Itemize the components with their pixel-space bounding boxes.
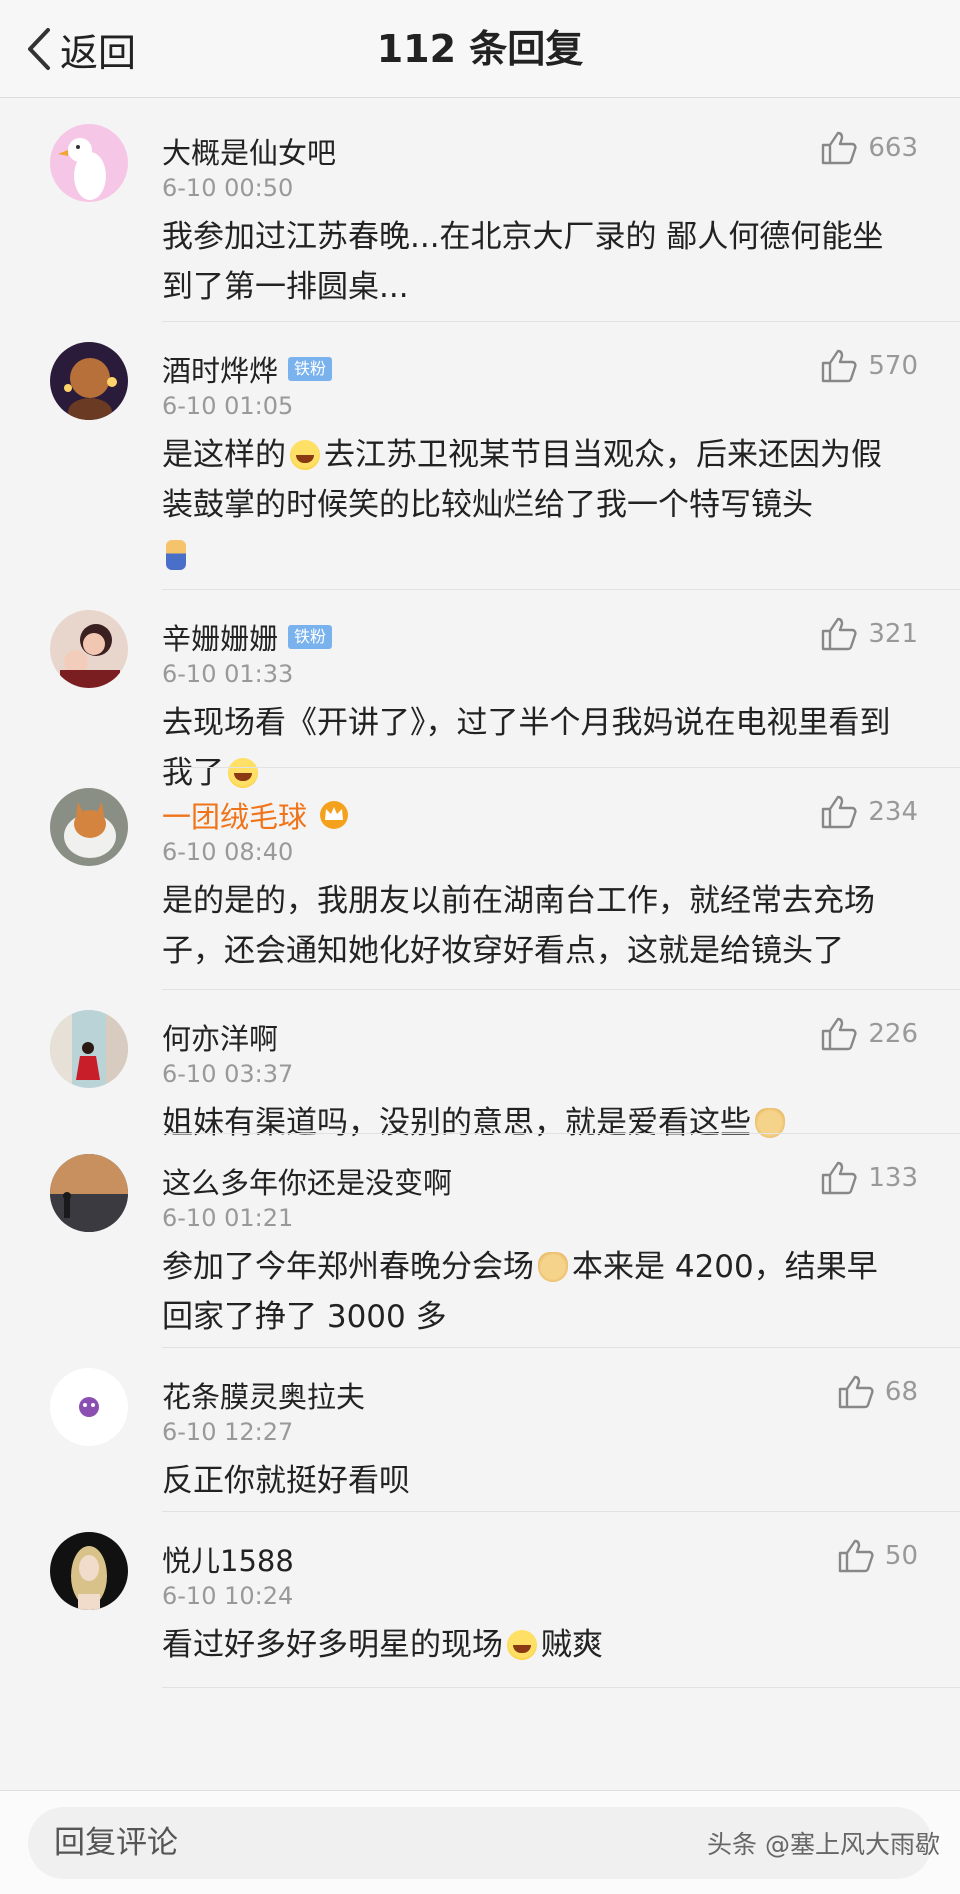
- comment-time: 6-10 01:21: [162, 1204, 294, 1232]
- like-count: 321: [868, 619, 918, 649]
- comment-item: 酒时烨烨 铁粉 6-10 01:05 570 是这样的 去江苏卫视某节目当观众，后来…: [0, 322, 960, 590]
- comment-text: 参加了今年郑州春晚分会场 本来是 4200，结果早回家了挣了 3000 多: [162, 1249, 878, 1335]
- fan-badge: 铁粉: [288, 357, 333, 381]
- comment-time: 6-10 08:40: [162, 838, 294, 866]
- avatar[interactable]: [50, 342, 128, 420]
- like-button[interactable]: 570: [820, 348, 918, 384]
- like-count: 226: [868, 1019, 918, 1049]
- like-count: 68: [884, 1377, 918, 1407]
- comment-time: 6-10 01:05: [162, 392, 294, 420]
- like-button[interactable]: 663: [820, 130, 918, 166]
- watermark: 头条 @塞上风大雨歇: [707, 1830, 940, 1859]
- kid-emoji-icon: [166, 540, 186, 570]
- thumbs-up-icon: [822, 795, 857, 829]
- avatar[interactable]: [50, 610, 128, 688]
- crown-icon: [320, 801, 349, 829]
- divider: [162, 1687, 960, 1688]
- comment-item: 一团绒毛球 6-10 08:40 234 是的是的，我朋友以前在湖南台工作，就经…: [0, 768, 960, 990]
- like-button[interactable]: 68: [837, 1374, 918, 1410]
- like-button[interactable]: 226: [820, 1016, 918, 1052]
- page-title: 112 条回复: [376, 27, 584, 71]
- comment-item: 大概是仙女吧 6-10 00:50 663 我参加过江苏春晚...在北京大厂录的…: [0, 104, 960, 322]
- avatar[interactable]: [50, 1010, 128, 1088]
- like-button[interactable]: 133: [820, 1160, 918, 1196]
- avatar[interactable]: [50, 788, 128, 866]
- thumbs-up-icon: [822, 349, 857, 383]
- commenter-name[interactable]: 悦儿1588: [162, 1538, 294, 1580]
- commenter-name[interactable]: 花条膜灵奥拉夫: [162, 1374, 365, 1416]
- like-count: 663: [868, 133, 918, 163]
- comment-item: 悦儿1588 6-10 10:24 50 看过好多好多明星的现场 贼爽: [0, 1512, 960, 1688]
- like-count: 570: [868, 351, 918, 381]
- thumbs-up-icon: [822, 1017, 857, 1051]
- comment-item: 何亦洋啊 6-10 03:37 226 姐妹有渠道吗，没别的意思，就是爱看这些: [0, 990, 960, 1141]
- like-button[interactable]: 234: [820, 794, 918, 830]
- comment-time: 6-10 12:27: [162, 1418, 294, 1446]
- comment-text: 是这样的 去江苏卫视某节目当观众，后来还因为假装鼓掌的时候笑的比较灿烂给了我一个特…: [162, 430, 902, 580]
- comment-item: 这么多年你还是没变啊 6-10 01:21 133 参加了今年郑州春晚分会场 本来…: [0, 1134, 960, 1348]
- comment-item: 辛姗姗姗 铁粉 6-10 01:33 321 去现场看《开讲了》，过了半个月我妈说…: [0, 590, 960, 791]
- avatar[interactable]: [50, 1154, 128, 1232]
- commenter-name[interactable]: 大概是仙女吧: [162, 130, 336, 172]
- thumbs-up-icon: [838, 1375, 874, 1409]
- like-button[interactable]: 50: [837, 1538, 918, 1574]
- comment-time: 6-10 00:50: [162, 174, 294, 202]
- comment-time: 6-10 10:24: [162, 1582, 294, 1610]
- commenter-name[interactable]: 这么多年你还是没变啊: [162, 1160, 452, 1202]
- laugh-cry-emoji-icon: [290, 440, 320, 470]
- like-button[interactable]: 321: [820, 616, 918, 652]
- comment-time: 6-10 03:37: [162, 1060, 294, 1088]
- comment-item: 花条膜灵奥拉夫 6-10 12:27 68 反正你就挺好看呗: [0, 1348, 960, 1512]
- top-bar: 返回 112 条回复: [0, 0, 960, 98]
- commenter-name[interactable]: 辛姗姗姗 铁粉: [162, 616, 333, 658]
- reply-bar: 回复评论 头条 @塞上风大雨歇: [0, 1790, 960, 1894]
- like-count: 50: [884, 1541, 918, 1571]
- doge-emoji-icon: [538, 1252, 568, 1282]
- comment-text: 看过好多好多明星的现场 贼爽: [162, 1627, 603, 1663]
- comment-time: 6-10 01:33: [162, 660, 294, 688]
- thumbs-up-icon: [838, 1539, 874, 1573]
- comment-text: 我参加过江苏春晚...在北京大厂录的 鄙人何德何能坐到了第一排圆桌...: [162, 219, 884, 305]
- like-count: 133: [868, 1163, 918, 1193]
- avatar[interactable]: [50, 1368, 128, 1446]
- laugh-cry-emoji-icon: [507, 1630, 537, 1660]
- thumbs-up-icon: [822, 131, 857, 165]
- commenter-name[interactable]: 一团绒毛球: [162, 794, 351, 836]
- thumbs-up-icon: [822, 1161, 857, 1195]
- commenter-name[interactable]: 何亦洋啊: [162, 1016, 278, 1058]
- comment-text: 反正你就挺好看呗: [162, 1463, 410, 1499]
- avatar[interactable]: [50, 1532, 128, 1610]
- reply-list: 大概是仙女吧 6-10 00:50 663 我参加过江苏春晚...在北京大厂录的…: [0, 104, 960, 1688]
- like-count: 234: [868, 797, 918, 827]
- commenter-name[interactable]: 酒时烨烨 铁粉: [162, 348, 333, 390]
- thumbs-up-icon: [822, 617, 857, 651]
- avatar[interactable]: [50, 124, 128, 202]
- fan-badge: 铁粉: [288, 625, 333, 649]
- comment-text: 是的是的，我朋友以前在湖南台工作，就经常去充场子，还会通知她化好妆穿好看点，这就…: [162, 883, 875, 969]
